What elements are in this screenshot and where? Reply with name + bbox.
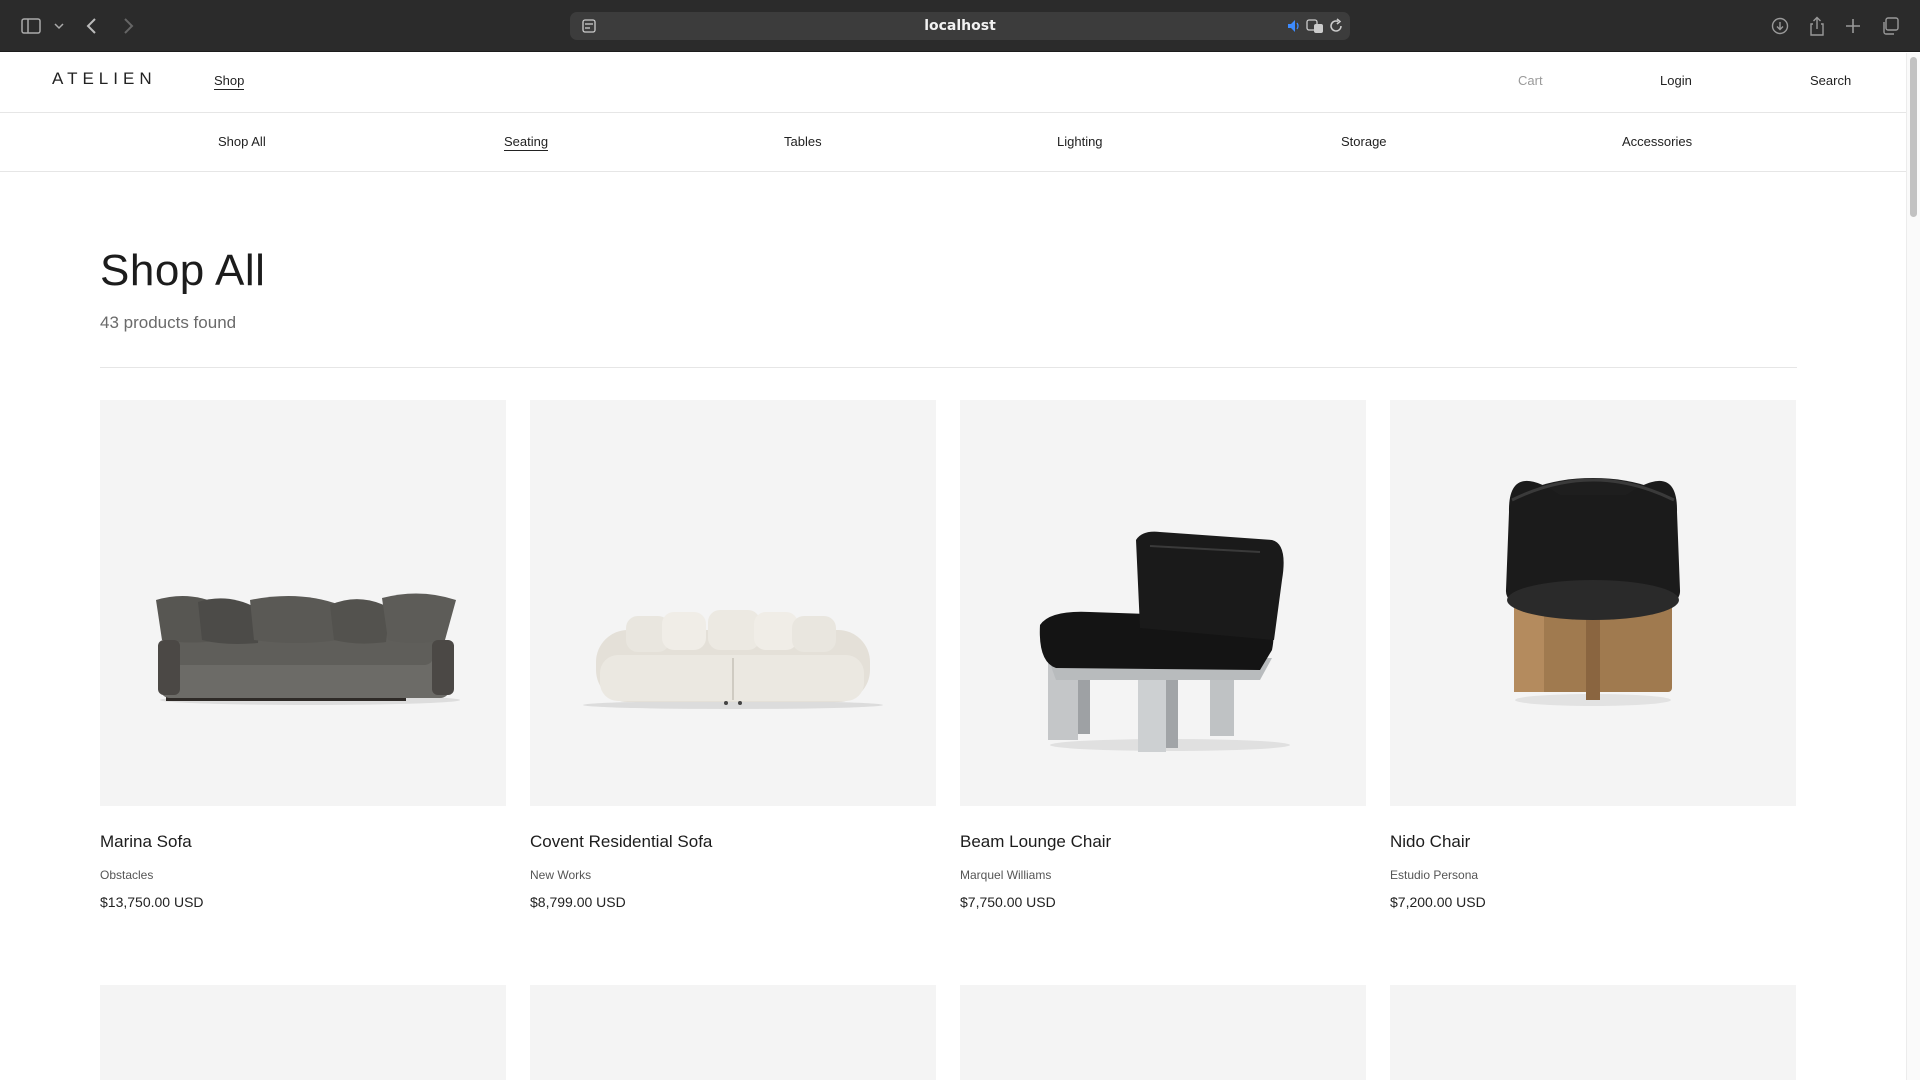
chevron-down-icon[interactable] xyxy=(53,13,65,39)
page-scrollbar[interactable] xyxy=(1906,53,1920,1080)
tabs-overview-icon[interactable] xyxy=(1880,13,1900,39)
search-link[interactable]: Search xyxy=(1810,73,1851,88)
product-price: $7,750.00 USD xyxy=(960,894,1056,910)
product-card-image-placeholder[interactable] xyxy=(960,985,1366,1080)
product-price: $13,750.00 USD xyxy=(100,894,204,910)
product-maker: Estudio Persona xyxy=(1390,868,1479,882)
product-card-image-placeholder[interactable] xyxy=(100,985,506,1080)
product-card[interactable]: Marina Sofa Obstacles $13,750.00 USD xyxy=(100,400,506,910)
translate-icon[interactable] xyxy=(1306,18,1324,39)
cart-link[interactable]: Cart xyxy=(1518,73,1543,88)
category-storage[interactable]: Storage xyxy=(1341,134,1387,149)
product-card-image-placeholder[interactable] xyxy=(530,985,936,1080)
category-lighting[interactable]: Lighting xyxy=(1057,134,1103,149)
share-icon[interactable] xyxy=(1807,13,1827,39)
product-card[interactable]: Nido Chair Estudio Persona $7,200.00 USD xyxy=(1390,400,1796,910)
category-nav: Shop All Seating Tables Lighting Storage… xyxy=(0,113,1906,172)
site-header: ATELIEN Shop Cart Login Search xyxy=(0,53,1906,113)
forward-icon[interactable] xyxy=(120,13,136,39)
product-name[interactable]: Marina Sofa xyxy=(100,832,192,852)
sidebar-icon[interactable] xyxy=(20,13,42,39)
page-title: Shop All xyxy=(100,246,266,295)
product-card[interactable]: Beam Lounge Chair Marquel Williams $7,75… xyxy=(960,400,1366,910)
browser-toolbar: localhost xyxy=(0,0,1920,52)
category-tables[interactable]: Tables xyxy=(784,134,822,149)
nav-shop-link[interactable]: Shop xyxy=(214,73,245,90)
grey-sofa-image[interactable] xyxy=(100,400,506,806)
category-accessories[interactable]: Accessories xyxy=(1622,134,1692,149)
back-icon[interactable] xyxy=(84,13,100,39)
category-seating[interactable]: Seating xyxy=(504,134,549,151)
brand-logo[interactable]: ATELIEN xyxy=(52,69,157,89)
product-name[interactable]: Nido Chair xyxy=(1390,832,1470,852)
product-count: 43 products found xyxy=(100,313,237,332)
login-link[interactable]: Login xyxy=(1660,73,1692,88)
product-price: $8,799.00 USD xyxy=(530,894,626,910)
product-card-image-placeholder[interactable] xyxy=(1390,985,1796,1080)
product-maker: Obstacles xyxy=(100,868,154,882)
new-tab-icon[interactable] xyxy=(1843,13,1863,39)
audio-icon[interactable] xyxy=(1286,18,1302,39)
black-leather-lounge-chair-image[interactable] xyxy=(960,400,1366,806)
product-name[interactable]: Covent Residential Sofa xyxy=(530,832,712,852)
scrollbar-thumb[interactable] xyxy=(1910,57,1917,217)
divider xyxy=(100,367,1797,368)
product-card[interactable]: Covent Residential Sofa New Works $8,799… xyxy=(530,400,936,910)
product-name[interactable]: Beam Lounge Chair xyxy=(960,832,1111,852)
url-text: localhost xyxy=(924,18,996,34)
product-price: $7,200.00 USD xyxy=(1390,894,1486,910)
address-bar[interactable]: localhost xyxy=(570,12,1350,40)
reload-icon[interactable] xyxy=(1328,18,1344,39)
product-maker: New Works xyxy=(530,868,592,882)
round-leather-chair-image[interactable] xyxy=(1390,400,1796,806)
category-shop-all[interactable]: Shop All xyxy=(218,134,266,149)
cream-sofa-image[interactable] xyxy=(530,400,936,806)
download-icon[interactable] xyxy=(1770,13,1790,39)
product-maker: Marquel Williams xyxy=(960,868,1052,882)
